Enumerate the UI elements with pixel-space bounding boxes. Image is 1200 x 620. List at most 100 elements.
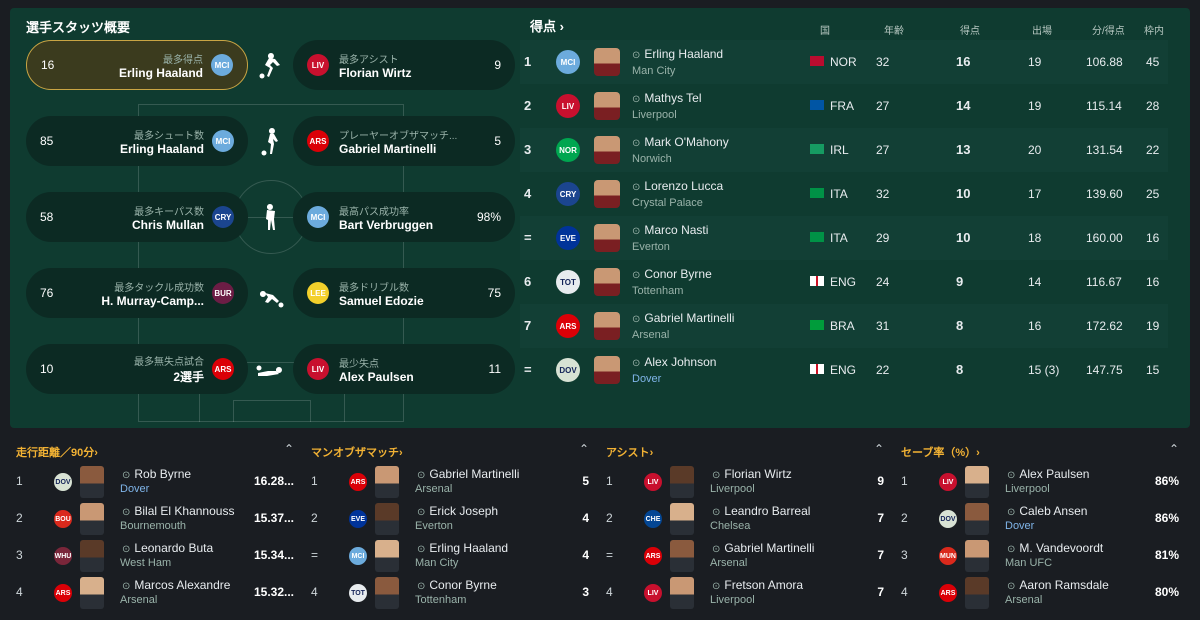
- club-crest-icon[interactable]: ARS: [939, 584, 957, 602]
- player-name[interactable]: ⊙ Conor Byrne: [632, 266, 712, 284]
- col-nation[interactable]: 国: [820, 22, 830, 37]
- club-crest-icon[interactable]: MCI: [556, 50, 580, 74]
- club-crest-icon[interactable]: TOT: [556, 270, 580, 294]
- club-crest-icon[interactable]: LIV: [939, 473, 957, 491]
- player-club[interactable]: Everton: [415, 520, 453, 532]
- club-crest-icon[interactable]: BOU: [54, 510, 72, 528]
- list-item[interactable]: 4 ARS ⊙ Aaron Ramsdale Arsenal 80%: [895, 575, 1185, 611]
- stat-player-name[interactable]: Alex Paulsen: [339, 370, 414, 384]
- player-name[interactable]: ⊙ Mark O'Mahony: [632, 134, 729, 152]
- player-name[interactable]: ⊙ Florian Wirtz: [712, 467, 792, 481]
- col-age[interactable]: 年齢: [884, 22, 904, 37]
- club-crest-icon[interactable]: LIV: [644, 584, 662, 602]
- player-name[interactable]: ⊙ Fretson Amora: [712, 578, 803, 592]
- player-name[interactable]: ⊙ Caleb Ansen: [1007, 504, 1087, 518]
- table-row[interactable]: 4 CRY ⊙ Lorenzo Lucca Crystal Palace ITA 32 10 1…: [520, 172, 1168, 216]
- player-name[interactable]: ⊙ Alex Johnson: [632, 354, 716, 372]
- player-club[interactable]: Arsenal: [1005, 594, 1042, 606]
- player-name[interactable]: ⊙ Leandro Barreal: [712, 504, 810, 518]
- player-club[interactable]: Liverpool: [1005, 483, 1050, 495]
- club-crest-icon[interactable]: EVE: [349, 510, 367, 528]
- panel-title[interactable]: セーブ率（%）›: [901, 444, 980, 460]
- chevron-up-icon[interactable]: ⌃: [1169, 442, 1179, 456]
- player-name[interactable]: ⊙ Gabriel Martinelli: [712, 541, 814, 555]
- panel-title[interactable]: アシスト›: [606, 444, 653, 460]
- stat-card-left-5[interactable]: 10 最多無失点試合 2選手 ARS: [26, 344, 248, 394]
- player-club[interactable]: Chelsea: [710, 520, 750, 532]
- club-crest-icon[interactable]: LIV: [556, 94, 580, 118]
- panel-title[interactable]: 走行距離／90分›: [16, 444, 98, 460]
- club-crest-icon[interactable]: DOV: [939, 510, 957, 528]
- col-apps[interactable]: 出場: [1032, 22, 1052, 37]
- club-crest-icon[interactable]: WHU: [54, 547, 72, 565]
- player-club[interactable]: Tottenham: [415, 594, 466, 606]
- club-crest-icon[interactable]: TOT: [349, 584, 367, 602]
- player-name[interactable]: ⊙ Erling Haaland: [632, 46, 723, 64]
- list-item[interactable]: 2 CHE ⊙ Leandro Barreal Chelsea 7: [600, 501, 890, 537]
- col-goals[interactable]: 得点: [960, 22, 980, 37]
- col-on-target[interactable]: 枠内: [1144, 22, 1164, 37]
- player-name[interactable]: ⊙ Bilal El Khannouss: [122, 504, 234, 518]
- club-crest-icon[interactable]: MCI: [349, 547, 367, 565]
- player-name[interactable]: ⊙ Alex Paulsen: [1007, 467, 1089, 481]
- stat-player-name[interactable]: Samuel Edozie: [339, 294, 424, 308]
- stat-card-right-1[interactable]: 9 最多アシスト Florian Wirtz LIV: [293, 40, 515, 90]
- club-crest-icon[interactable]: NOR: [556, 138, 580, 162]
- list-item[interactable]: 3 MUN ⊙ M. Vandevoordt Man UFC 81%: [895, 538, 1185, 574]
- player-name[interactable]: ⊙ Erling Haaland: [417, 541, 508, 555]
- table-row[interactable]: = DOV ⊙ Alex Johnson Dover ENG 22 8 15 (3) 147.75…: [520, 348, 1168, 392]
- stat-card-left-1[interactable]: 16 最多得点 Erling Haaland MCI: [26, 40, 248, 90]
- club-crest-icon[interactable]: MUN: [939, 547, 957, 565]
- player-club[interactable]: Tottenham: [632, 284, 683, 298]
- table-row[interactable]: = EVE ⊙ Marco Nasti Everton ITA 29 10 18 160.00 16: [520, 216, 1168, 260]
- player-club[interactable]: Arsenal: [415, 483, 452, 495]
- player-name[interactable]: ⊙ Leonardo Buta: [122, 541, 213, 555]
- player-club[interactable]: West Ham: [120, 557, 171, 569]
- stat-card-left-3[interactable]: 58 最多キーパス数 Chris Mullan CRY: [26, 192, 248, 242]
- stat-player-name[interactable]: Erling Haaland: [120, 142, 204, 156]
- table-row[interactable]: 2 LIV ⊙ Mathys Tel Liverpool FRA 27 14 19 115.14 2…: [520, 84, 1168, 128]
- player-name[interactable]: ⊙ Gabriel Martinelli: [632, 310, 734, 328]
- club-crest-icon[interactable]: CRY: [556, 182, 580, 206]
- player-name[interactable]: ⊙ Rob Byrne: [122, 467, 191, 481]
- list-item[interactable]: 2 DOV ⊙ Caleb Ansen Dover 86%: [895, 501, 1185, 537]
- stat-player-name[interactable]: Erling Haaland: [119, 66, 203, 80]
- player-club[interactable]: Liverpool: [632, 108, 677, 122]
- list-item[interactable]: = MCI ⊙ Erling Haaland Man City 4: [305, 538, 595, 574]
- stat-player-name[interactable]: Bart Verbruggen: [339, 218, 433, 232]
- player-club[interactable]: Norwich: [632, 152, 672, 166]
- player-club[interactable]: Arsenal: [632, 328, 669, 342]
- chevron-up-icon[interactable]: ⌃: [579, 442, 589, 456]
- club-crest-icon[interactable]: ARS: [556, 314, 580, 338]
- list-item[interactable]: 4 LIV ⊙ Fretson Amora Liverpool 7: [600, 575, 890, 611]
- table-row[interactable]: 3 NOR ⊙ Mark O'Mahony Norwich IRL 27 13 20 131.54…: [520, 128, 1168, 172]
- chevron-up-icon[interactable]: ⌃: [284, 442, 294, 456]
- stat-player-name[interactable]: Chris Mullan: [132, 218, 204, 232]
- player-club[interactable]: Dover: [632, 372, 661, 386]
- table-row[interactable]: 7 ARS ⊙ Gabriel Martinelli Arsenal BRA 31 8 16 17…: [520, 304, 1168, 348]
- player-name[interactable]: ⊙ Marco Nasti: [632, 222, 708, 240]
- stat-card-right-4[interactable]: 75 最多ドリブル数 Samuel Edozie LEE: [293, 268, 515, 318]
- list-item[interactable]: 1 LIV ⊙ Florian Wirtz Liverpool 9: [600, 464, 890, 500]
- player-club[interactable]: Dover: [1005, 520, 1034, 532]
- player-club[interactable]: Arsenal: [120, 594, 157, 606]
- player-name[interactable]: ⊙ Erick Joseph: [417, 504, 498, 518]
- player-club[interactable]: Liverpool: [710, 594, 755, 606]
- player-club[interactable]: Crystal Palace: [632, 196, 703, 210]
- stat-card-right-3[interactable]: 98% 最高パス成功率 Bart Verbruggen MCI: [293, 192, 515, 242]
- player-club[interactable]: Man UFC: [1005, 557, 1052, 569]
- stat-player-name[interactable]: Florian Wirtz: [339, 66, 412, 80]
- stat-card-left-4[interactable]: 76 最多タックル成功数 H. Murray-Camp... BUR: [26, 268, 248, 318]
- list-item[interactable]: 1 DOV ⊙ Rob Byrne Dover 16.28...: [10, 464, 300, 500]
- stat-card-left-2[interactable]: 85 最多シュート数 Erling Haaland MCI: [26, 116, 248, 166]
- list-item[interactable]: 2 BOU ⊙ Bilal El Khannouss Bournemouth 15.37.…: [10, 501, 300, 537]
- player-name[interactable]: ⊙ M. Vandevoordt: [1007, 541, 1103, 555]
- list-item[interactable]: 4 ARS ⊙ Marcos Alexandre Arsenal 15.32...: [10, 575, 300, 611]
- club-crest-icon[interactable]: LIV: [644, 473, 662, 491]
- player-club[interactable]: Everton: [632, 240, 670, 254]
- list-item[interactable]: = ARS ⊙ Gabriel Martinelli Arsenal 7: [600, 538, 890, 574]
- stat-player-name[interactable]: 2選手: [134, 368, 204, 385]
- player-name[interactable]: ⊙ Gabriel Martinelli: [417, 467, 519, 481]
- player-club[interactable]: Bournemouth: [120, 520, 186, 532]
- stat-player-name[interactable]: Gabriel Martinelli: [339, 142, 457, 156]
